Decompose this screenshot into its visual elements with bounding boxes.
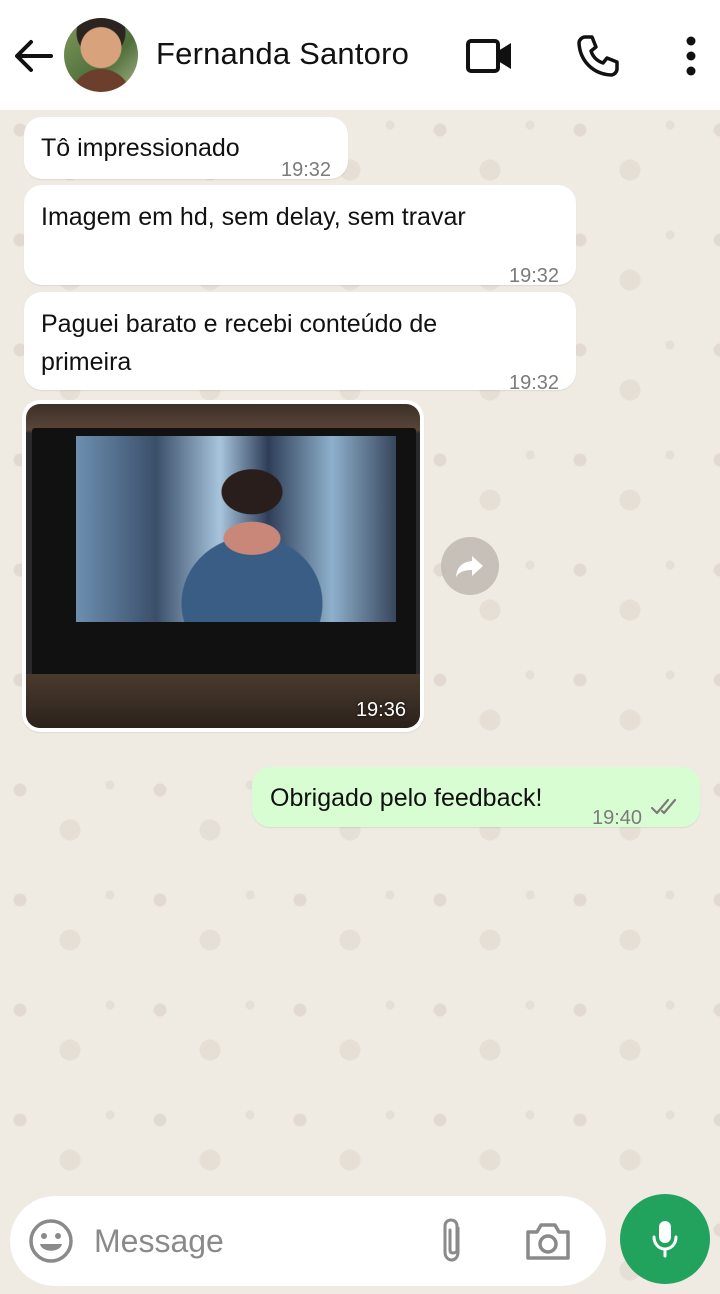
message-text: primeira <box>41 348 132 376</box>
chat-header: Fernanda Santoro <box>0 0 720 110</box>
attach-button[interactable] <box>434 1216 472 1266</box>
read-receipt-icon <box>650 798 677 815</box>
emoji-button[interactable] <box>28 1218 74 1264</box>
message-time: 19:32 <box>509 265 560 287</box>
phone-icon <box>577 35 619 77</box>
message-text: Tô impressionado <box>41 134 240 162</box>
incoming-message[interactable]: Imagem em hd, sem delay, sem travar 19:3… <box>24 185 576 287</box>
outgoing-message[interactable]: Obrigado pelo feedback! 19:40 <box>252 767 700 829</box>
message-composer <box>10 1196 606 1286</box>
message-time: 19:40 <box>592 807 643 829</box>
camera-button[interactable] <box>524 1220 574 1264</box>
contact-avatar[interactable] <box>64 18 138 92</box>
microphone-icon <box>652 1221 678 1258</box>
contact-name[interactable]: Fernanda Santoro <box>156 36 409 72</box>
more-vert-icon <box>686 36 696 76</box>
back-button[interactable] <box>12 36 54 76</box>
more-options-button[interactable] <box>664 30 718 82</box>
incoming-message[interactable]: Paguei barato e recebi conteúdo de prime… <box>24 292 576 394</box>
message-time: 19:32 <box>509 372 560 394</box>
message-time: 19:32 <box>281 159 332 181</box>
message-time: 19:36 <box>355 699 406 721</box>
message-text: Obrigado pelo feedback! <box>270 784 543 812</box>
tv-screen-content <box>76 436 396 622</box>
voice-call-button[interactable] <box>572 30 624 82</box>
incoming-message[interactable]: Tô impressionado 19:32 <box>24 117 348 181</box>
message-input[interactable] <box>94 1218 414 1264</box>
forward-icon <box>456 556 483 577</box>
forward-button[interactable] <box>441 537 499 595</box>
voice-record-button[interactable] <box>620 1194 710 1284</box>
back-arrow-icon <box>15 40 53 72</box>
video-call-button[interactable] <box>464 30 516 82</box>
message-image[interactable]: 19:36 <box>26 404 420 728</box>
incoming-image-message[interactable]: 19:36 <box>22 400 424 732</box>
paperclip-icon <box>443 1218 460 1262</box>
emoji-icon <box>29 1219 73 1263</box>
video-call-icon <box>466 39 511 73</box>
camera-icon <box>526 1223 570 1260</box>
message-text: Imagem em hd, sem delay, sem travar <box>41 203 466 231</box>
message-text: Paguei barato e recebi conteúdo de <box>41 310 438 338</box>
